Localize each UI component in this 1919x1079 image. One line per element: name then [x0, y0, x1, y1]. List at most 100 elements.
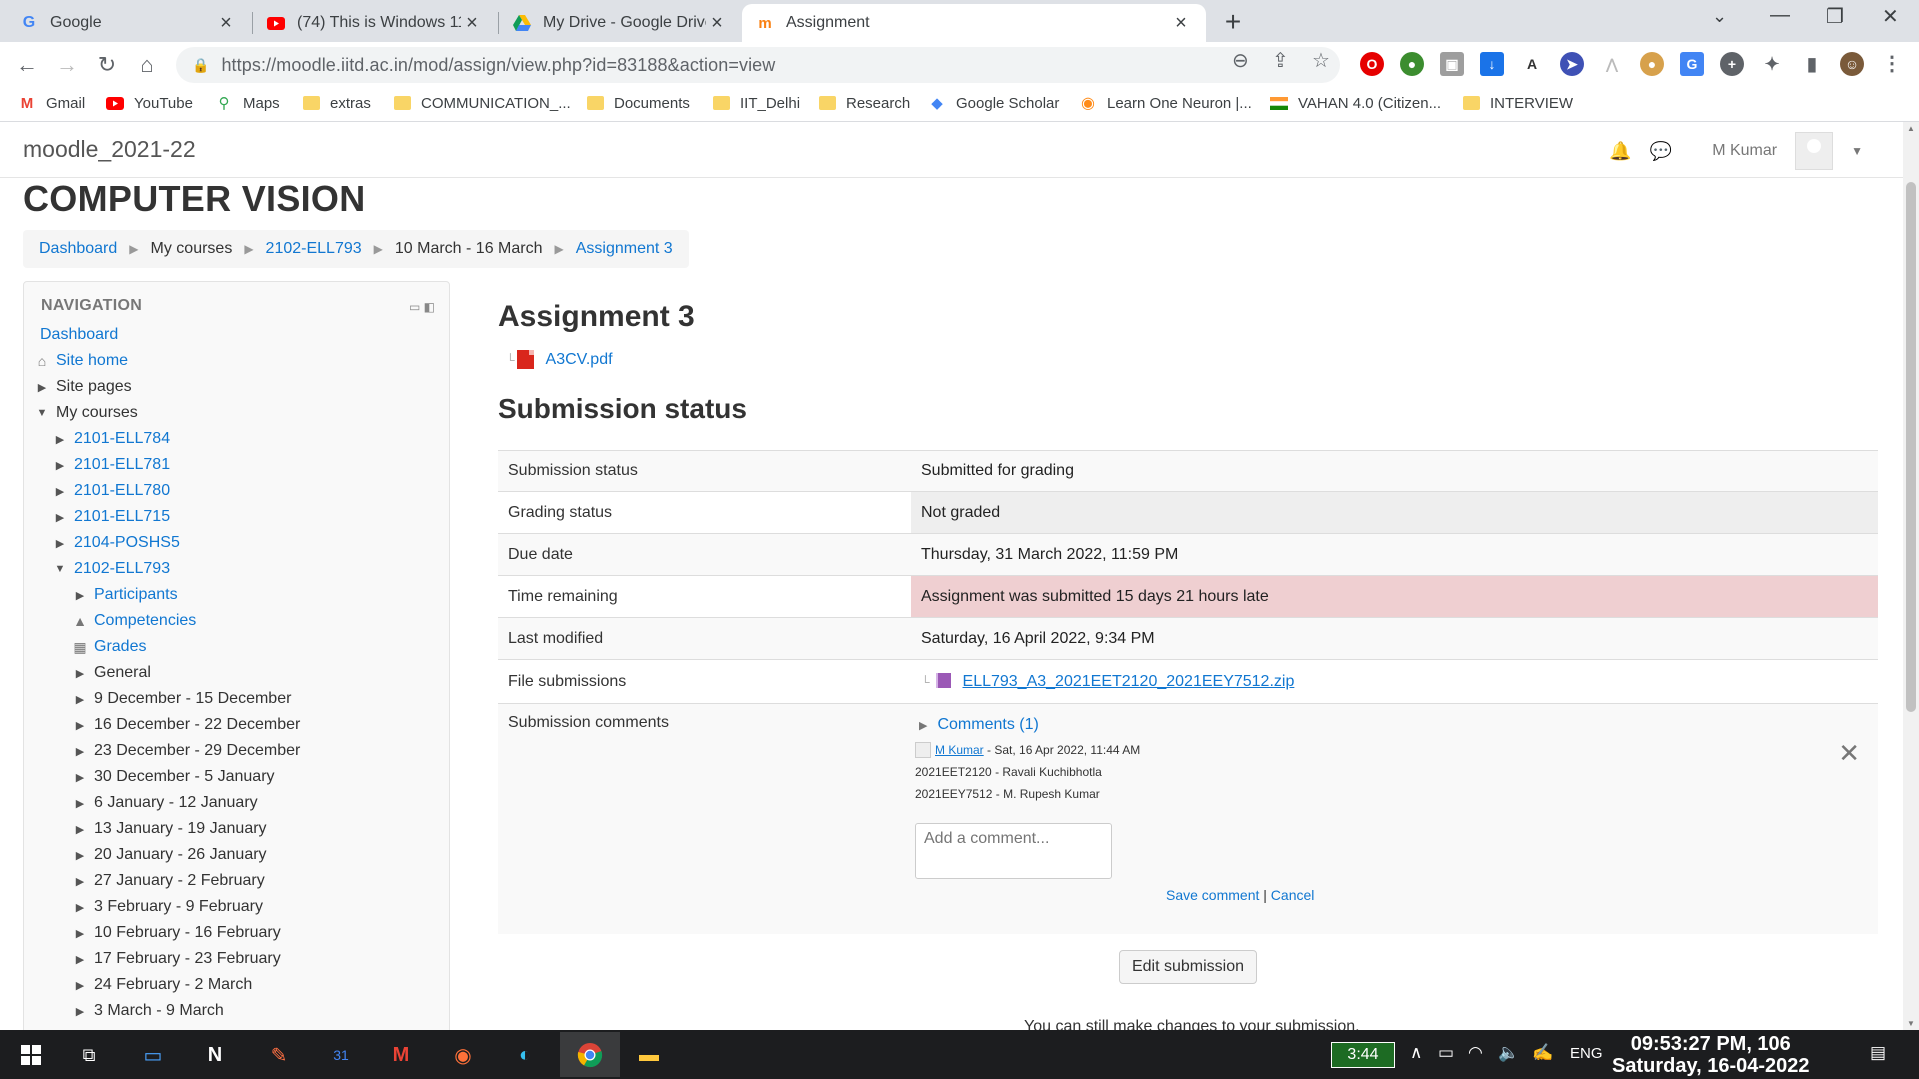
comment-author-link[interactable]: M Kumar: [935, 743, 984, 757]
caret-down-icon[interactable]: ▼: [1851, 144, 1863, 158]
cancel-comment-link[interactable]: Cancel: [1271, 887, 1315, 903]
bookmark-documents[interactable]: Documents: [586, 94, 690, 112]
breadcrumb-assignment[interactable]: Assignment 3: [576, 240, 673, 258]
nav-item[interactable]: ▦ Grades: [72, 636, 146, 658]
comments-toggle[interactable]: ▶ Comments (1): [919, 716, 1039, 734]
nav-item[interactable]: ▶ 2101-ELL715: [52, 506, 170, 528]
nav-item[interactable]: Dashboard: [34, 324, 118, 346]
block-controls-icon[interactable]: ▭ ◧: [409, 300, 435, 314]
scrollbar-thumb[interactable]: [1906, 182, 1916, 712]
user-name[interactable]: M Kumar: [1712, 142, 1777, 160]
extension-icon[interactable]: ⋀: [1600, 52, 1624, 76]
edit-submission-button[interactable]: Edit submission: [1119, 950, 1257, 984]
tab-search-icon[interactable]: ⌄: [1712, 6, 1727, 27]
edge-icon[interactable]: ◐: [508, 1038, 542, 1072]
nav-item[interactable]: ▶ 10 February - 16 February: [72, 922, 281, 944]
restore-icon[interactable]: ❐: [1826, 4, 1844, 29]
nav-item[interactable]: ▶ General: [72, 662, 151, 684]
side-panel-icon[interactable]: ▮: [1800, 52, 1824, 76]
breadcrumb-course[interactable]: 2102-ELL793: [266, 240, 362, 258]
reload-icon[interactable]: ↻: [90, 48, 124, 82]
messages-icon[interactable]: 💬: [1650, 141, 1672, 162]
chevron-up-icon[interactable]: ∧: [1410, 1043, 1422, 1063]
windows-start-icon[interactable]: [14, 1038, 48, 1072]
bookmark-youtube[interactable]: YouTube: [106, 94, 193, 112]
bookmark-maps[interactable]: ⚲ Maps: [215, 94, 280, 113]
nav-item[interactable]: ▶ 16 December - 22 December: [72, 714, 301, 736]
notifications-icon[interactable]: ▤: [1870, 1043, 1886, 1063]
system-clock[interactable]: 09:53:27 PM, 106 Saturday, 16-04-2022: [1612, 1033, 1810, 1077]
profile-avatar[interactable]: ☺: [1840, 52, 1864, 76]
scroll-up-icon[interactable]: ▲: [1907, 124, 1915, 133]
tab-google-drive[interactable]: My Drive - Google Drive ×: [499, 4, 742, 42]
pen-icon[interactable]: ✍: [1532, 1043, 1553, 1063]
nav-item[interactable]: ▶ 13 January - 19 January: [72, 818, 267, 840]
nav-item[interactable]: ▶ Participants: [72, 584, 178, 606]
minimize-icon[interactable]: —: [1770, 4, 1790, 27]
attachment-link[interactable]: A3CV.pdf: [546, 351, 613, 369]
close-tab-icon[interactable]: ×: [1170, 12, 1192, 35]
globe-extension-icon[interactable]: ●: [1400, 52, 1424, 76]
scroll-down-icon[interactable]: ▼: [1907, 1019, 1915, 1028]
nav-item[interactable]: ▼ My courses: [34, 402, 138, 424]
download-extension-icon[interactable]: ↓: [1480, 52, 1504, 76]
nav-item[interactable]: ▶ 3 March - 9 March: [72, 1000, 224, 1022]
nav-item[interactable]: ▶ 2101-ELL784: [52, 428, 170, 450]
comment-input[interactable]: [915, 823, 1112, 879]
translate-extension-icon[interactable]: G: [1680, 52, 1704, 76]
nav-item[interactable]: ▶ 27 January - 2 February: [72, 870, 265, 892]
close-window-icon[interactable]: ✕: [1882, 4, 1899, 29]
battery-icon[interactable]: ▭: [1438, 1043, 1454, 1063]
back-icon[interactable]: ←: [10, 48, 44, 82]
puzzle-extensions-icon[interactable]: ✦: [1760, 52, 1784, 76]
close-tab-icon[interactable]: ×: [461, 12, 483, 35]
nav-item[interactable]: ⌂ Site home: [34, 350, 128, 372]
close-tab-icon[interactable]: ×: [706, 12, 728, 35]
nav-item[interactable]: ▼ 2102-ELL793: [52, 558, 171, 580]
bookmark-vahan[interactable]: VAHAN 4.0 (Citizen...: [1270, 94, 1441, 112]
task-view-icon[interactable]: ⧉: [72, 1038, 106, 1072]
add-extension-icon[interactable]: +: [1720, 52, 1744, 76]
tab-youtube[interactable]: (74) This is Windows 11 Lite! - Yo ×: [253, 4, 497, 42]
nav-item[interactable]: ▶ 17 February - 23 February: [72, 948, 281, 970]
close-icon[interactable]: ✕: [1838, 738, 1860, 769]
more-menu-icon[interactable]: ⋮: [1880, 52, 1904, 76]
new-tab-button[interactable]: +: [1216, 6, 1250, 40]
bookmark-google-scholar[interactable]: ◆ Google Scholar: [928, 94, 1059, 113]
nav-item[interactable]: ▶ 2101-ELL780: [52, 480, 170, 502]
opera-extension-icon[interactable]: O: [1360, 52, 1384, 76]
file-explorer-icon[interactable]: ▬: [632, 1038, 666, 1072]
battery-indicator[interactable]: 3:44: [1331, 1042, 1395, 1068]
nav-item[interactable]: ▶ 2101-ELL781: [52, 454, 170, 476]
firefox-icon[interactable]: ◉: [446, 1038, 480, 1072]
breadcrumb-dashboard[interactable]: Dashboard: [39, 240, 117, 258]
chrome-icon[interactable]: [560, 1032, 620, 1077]
notifications-bell-icon[interactable]: 🔔: [1609, 141, 1631, 162]
bookmark-learn-one-neuron[interactable]: ◉ Learn One Neuron |...: [1079, 94, 1252, 113]
bookmark-interview[interactable]: INTERVIEW: [1462, 94, 1573, 112]
attachment-file[interactable]: └ A3CV.pdf: [506, 350, 613, 369]
volume-icon[interactable]: 🔈: [1498, 1043, 1519, 1063]
forward-icon[interactable]: →: [50, 48, 84, 82]
nav-item[interactable]: ▶ 23 December - 29 December: [72, 740, 301, 762]
nav-item[interactable]: ▶ 20 January - 26 January: [72, 844, 267, 866]
home-icon[interactable]: ⌂: [130, 48, 164, 82]
bookmark-iit-delhi[interactable]: IIT_Delhi: [712, 94, 800, 112]
nav-item[interactable]: ▶ 6 January - 12 January: [72, 792, 258, 814]
wifi-icon[interactable]: ◠: [1468, 1043, 1483, 1063]
bookmark-communication[interactable]: COMMUNICATION_...: [393, 94, 571, 112]
close-tab-icon[interactable]: ×: [215, 12, 237, 35]
address-bar[interactable]: 🔒 https://moodle.iitd.ac.in/mod/assign/v…: [176, 47, 1340, 83]
cookie-extension-icon[interactable]: ●: [1640, 52, 1664, 76]
bookmark-gmail[interactable]: M Gmail: [18, 94, 85, 112]
paint-icon[interactable]: ✎: [262, 1038, 296, 1072]
save-comment-link[interactable]: Save comment: [1166, 887, 1259, 903]
tab-assignment[interactable]: m Assignment ×: [742, 4, 1206, 42]
share-icon[interactable]: ⇪: [1272, 48, 1289, 73]
site-name[interactable]: moodle_2021-22: [23, 136, 196, 163]
language-indicator[interactable]: ENG: [1570, 1045, 1603, 1062]
calendar-icon[interactable]: 31: [324, 1038, 358, 1072]
gmail-icon[interactable]: M: [384, 1038, 418, 1072]
nav-item[interactable]: ▶ 3 February - 9 February: [72, 896, 263, 918]
user-menu[interactable]: 🔔 💬 M Kumar ▼: [1609, 132, 1863, 170]
